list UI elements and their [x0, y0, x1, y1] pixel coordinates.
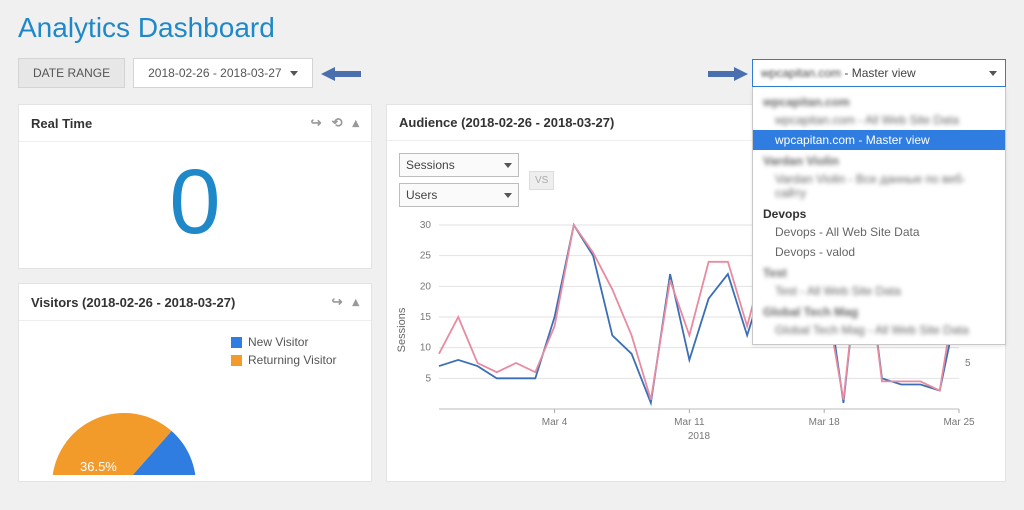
caret-down-icon	[290, 71, 298, 76]
view-group-head: wpcapitan.com	[753, 91, 1005, 110]
svg-text:36.5%: 36.5%	[80, 459, 117, 474]
realtime-panel: Real Time ↪ ⟲ ▴ 0	[18, 104, 372, 269]
collapse-icon[interactable]: ▴	[352, 294, 359, 310]
svg-text:30: 30	[420, 220, 432, 231]
view-group-head: Devops	[753, 203, 1005, 222]
view-option[interactable]: wpcapitan.com - All Web Site Data	[753, 110, 1005, 130]
toolbar: DATE RANGE 2018-02-26 - 2018-03-27 wpcap…	[18, 58, 1006, 88]
svg-text:15: 15	[420, 312, 432, 323]
audience-title: Audience (2018-02-26 - 2018-03-27)	[399, 115, 614, 130]
view-select-value: wpcapitan.com - Master view	[761, 66, 916, 80]
svg-text:25: 25	[420, 251, 432, 262]
refresh-icon[interactable]: ⟲	[332, 115, 343, 131]
svg-text:Mar 4: Mar 4	[542, 417, 568, 428]
view-option[interactable]: Global Tech Mag - All Web Site Data	[753, 320, 1005, 340]
metric-select-1[interactable]: Sessions	[399, 153, 519, 177]
visitors-legend: New Visitor Returning Visitor	[231, 335, 337, 371]
view-select-box[interactable]: wpcapitan.com - Master view	[752, 59, 1006, 87]
view-group-head: Vardan Violin	[753, 150, 1005, 169]
svg-text:Mar 18: Mar 18	[809, 417, 841, 428]
realtime-value: 0	[19, 156, 371, 248]
view-option[interactable]: Devops - valod	[753, 242, 1005, 262]
caret-down-icon	[989, 71, 997, 76]
svg-text:Mar 25: Mar 25	[943, 417, 975, 428]
date-range-dropdown[interactable]: 2018-02-26 - 2018-03-27	[133, 58, 312, 88]
view-option[interactable]: wpcapitan.com - Master view	[753, 130, 1005, 150]
date-range-value: 2018-02-26 - 2018-03-27	[148, 66, 281, 80]
export-icon[interactable]: ↪	[311, 115, 322, 131]
caret-down-icon	[504, 163, 512, 168]
returning-visitor-swatch	[231, 355, 242, 366]
view-group-head: Test	[753, 262, 1005, 281]
arrow-left-icon	[321, 66, 355, 80]
caret-down-icon	[504, 193, 512, 198]
svg-text:10: 10	[420, 343, 432, 354]
date-range-button[interactable]: DATE RANGE	[18, 58, 125, 88]
svg-text:Mar 11: Mar 11	[674, 417, 705, 428]
page-title: Analytics Dashboard	[18, 12, 1006, 44]
svg-text:5: 5	[425, 373, 431, 384]
svg-text:20: 20	[420, 281, 432, 292]
svg-text:Sessions: Sessions	[396, 307, 408, 352]
realtime-title: Real Time	[31, 116, 92, 131]
new-visitor-swatch	[231, 337, 242, 348]
svg-text:2018: 2018	[688, 431, 711, 442]
view-select[interactable]: wpcapitan.com - Master view wpcapitan.co…	[752, 59, 1006, 87]
view-option[interactable]: Vardan Violin - Все данные по веб-сайту	[753, 169, 1005, 203]
collapse-icon[interactable]: ▴	[352, 115, 359, 131]
export-icon[interactable]: ↪	[332, 294, 343, 310]
view-option[interactable]: Devops - All Web Site Data	[753, 222, 1005, 242]
view-group-head: Global Tech Mag	[753, 301, 1005, 320]
metric-select-2[interactable]: Users	[399, 183, 519, 207]
visitors-title: Visitors (2018-02-26 - 2018-03-27)	[31, 295, 235, 310]
arrow-right-icon	[708, 66, 742, 80]
vs-badge: VS	[529, 171, 554, 190]
visitors-panel: Visitors (2018-02-26 - 2018-03-27) ↪ ▴ 3…	[18, 283, 372, 482]
svg-text:5: 5	[965, 358, 971, 369]
view-dropdown-menu[interactable]: wpcapitan.comwpcapitan.com - All Web Sit…	[752, 87, 1006, 345]
view-option[interactable]: Test - All Web Site Data	[753, 281, 1005, 301]
